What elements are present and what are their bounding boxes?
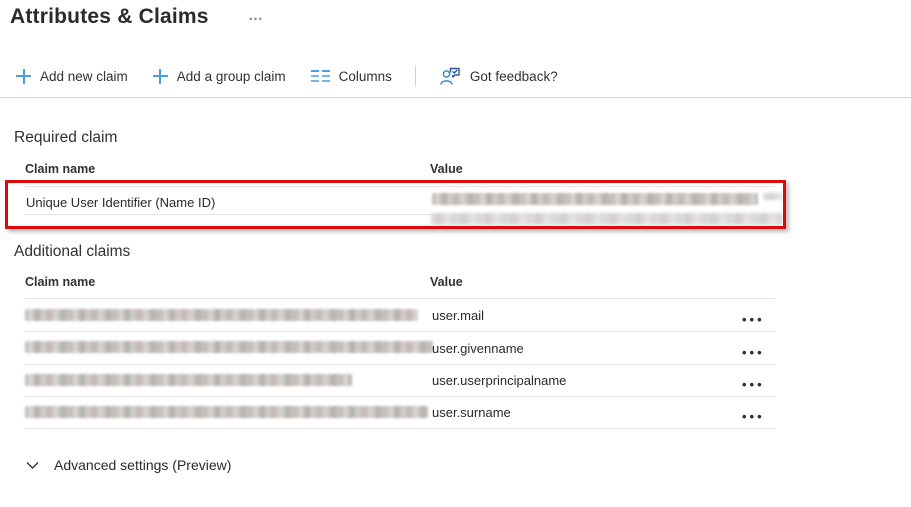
- redacted-claim-name: [25, 341, 433, 353]
- feedback-icon: [439, 67, 461, 86]
- redacted-claim-value-secondary: [431, 213, 783, 225]
- row-context-menu-button[interactable]: •••: [742, 313, 776, 326]
- toolbar-divider: [415, 65, 416, 87]
- row-separator: [25, 396, 775, 397]
- plus-icon: [16, 69, 31, 84]
- row-context-menu-button[interactable]: •••: [742, 410, 776, 423]
- page-title: Attributes & Claims: [10, 5, 209, 29]
- row-separator: [25, 331, 775, 332]
- claim-value[interactable]: user.userprincipalname: [432, 373, 566, 388]
- row-context-menu-button[interactable]: •••: [742, 378, 776, 391]
- chevron-down-icon: [26, 461, 39, 470]
- redacted-claim-value-tail: [763, 193, 783, 200]
- columns-icon: [311, 70, 330, 83]
- advanced-settings-label: Advanced settings (Preview): [54, 457, 231, 473]
- required-claim-name-header: Claim name: [25, 162, 95, 176]
- row-separator: [25, 364, 775, 365]
- claim-value[interactable]: user.givenname: [432, 341, 524, 356]
- redacted-claim-value: [432, 193, 758, 205]
- command-bar: Add new claim Add a group claim Columns: [14, 61, 560, 91]
- claim-value[interactable]: user.mail: [432, 308, 484, 323]
- attributes-claims-page: Attributes & Claims … Add new claim Add …: [0, 0, 911, 507]
- required-claim-section-title: Required claim: [14, 129, 117, 147]
- got-feedback-button[interactable]: Got feedback?: [437, 63, 560, 90]
- plus-icon: [153, 69, 168, 84]
- columns-button[interactable]: Columns: [309, 65, 394, 88]
- redacted-claim-name: [25, 406, 428, 418]
- required-header-separator: [25, 186, 775, 187]
- add-group-claim-label: Add a group claim: [177, 69, 286, 84]
- additional-claims-section-title: Additional claims: [14, 243, 130, 261]
- columns-label: Columns: [339, 69, 392, 84]
- add-group-claim-button[interactable]: Add a group claim: [151, 65, 288, 88]
- claim-value[interactable]: user.surname: [432, 405, 511, 420]
- row-context-menu-button[interactable]: •••: [742, 346, 776, 359]
- redacted-claim-name: [25, 374, 352, 386]
- row-separator: [25, 428, 775, 429]
- advanced-settings-toggle[interactable]: Advanced settings (Preview): [26, 457, 231, 473]
- more-options-icon[interactable]: …: [248, 8, 263, 23]
- additional-header-separator: [25, 298, 775, 299]
- required-claim-name[interactable]: Unique User Identifier (Name ID): [26, 195, 215, 210]
- add-new-claim-label: Add new claim: [40, 69, 128, 84]
- add-new-claim-button[interactable]: Add new claim: [14, 65, 130, 88]
- toolbar-separator: [0, 97, 911, 98]
- required-value-header: Value: [430, 162, 463, 176]
- additional-claim-name-header: Claim name: [25, 275, 95, 289]
- redacted-claim-name: [25, 309, 418, 321]
- got-feedback-label: Got feedback?: [470, 69, 558, 84]
- additional-value-header: Value: [430, 275, 463, 289]
